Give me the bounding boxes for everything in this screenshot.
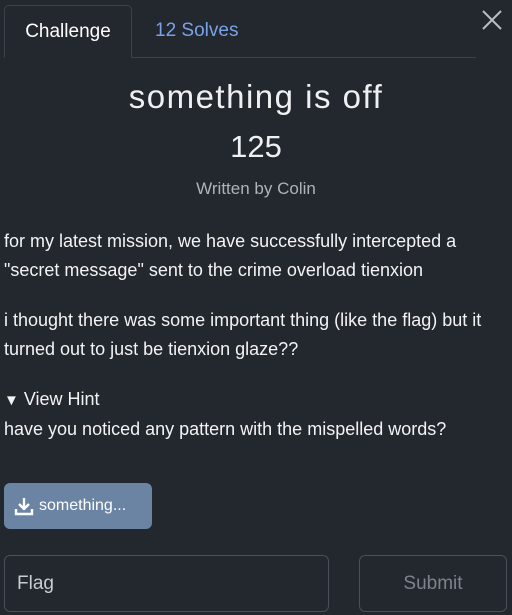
hint-text: have you noticed any pattern with the mi… xyxy=(4,419,447,439)
tab-challenge[interactable]: Challenge xyxy=(4,5,132,58)
close-icon[interactable] xyxy=(478,6,506,34)
description-paragraph: i thought there was some important thing… xyxy=(4,310,482,359)
challenge-modal: Challenge 12 Solves something is off 125… xyxy=(0,0,512,615)
tab-bar: Challenge 12 Solves xyxy=(4,5,476,58)
view-hint-label: View Hint xyxy=(23,389,100,409)
challenge-name: something is off xyxy=(128,78,384,115)
tab-solves[interactable]: 12 Solves xyxy=(155,5,238,57)
download-file-button[interactable]: something... xyxy=(4,483,152,529)
triangle-down-icon: ▼ xyxy=(4,392,19,409)
flag-input[interactable] xyxy=(4,555,329,612)
view-hint-toggle[interactable]: ▼ View Hint xyxy=(4,385,100,415)
submit-button[interactable]: Submit xyxy=(359,555,507,612)
file-name-label: something... xyxy=(39,497,127,514)
challenge-value: 125 xyxy=(230,129,282,164)
description-paragraph: for my latest mission, we have successfu… xyxy=(4,231,457,280)
download-icon xyxy=(14,498,34,516)
challenge-author: Written by Colin xyxy=(196,179,316,198)
